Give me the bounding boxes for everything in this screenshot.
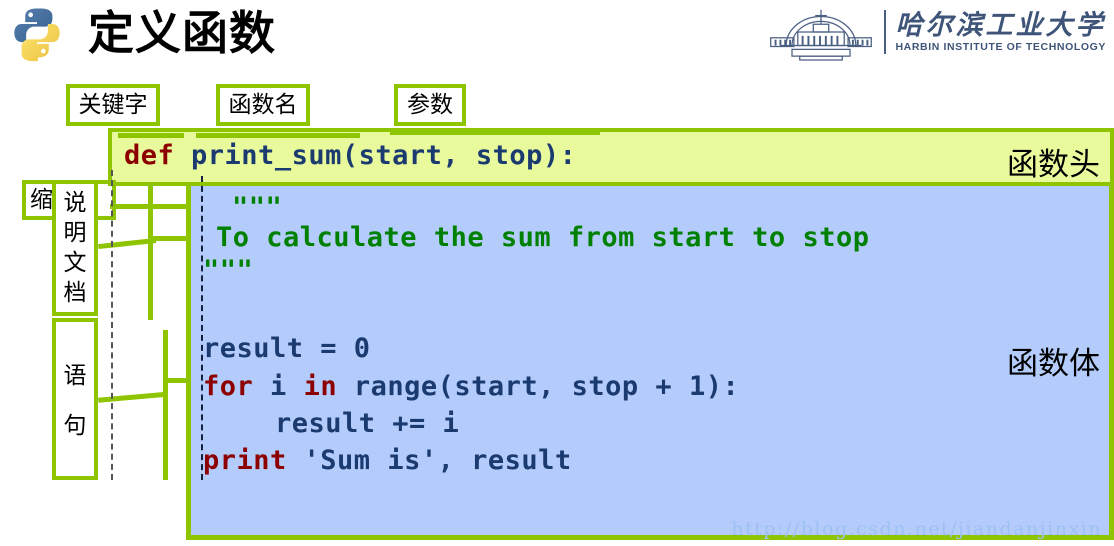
code-for-range: range(start, stop + 1): <box>337 371 740 402</box>
connector-docstring-arm <box>150 236 188 241</box>
callout-statement: 语 句 <box>52 318 98 480</box>
indent-guide-outer <box>111 170 113 480</box>
university-name-chinese: 哈尔滨工业大学 <box>895 9 1106 41</box>
code-keyword-in: in <box>303 371 338 402</box>
code-line-for-loop: for i in range(start, stop + 1): <box>203 371 739 402</box>
code-line-result-init: result = 0 <box>203 333 371 364</box>
code-def-signature: print_sum(start, stop): <box>174 140 577 171</box>
underline-keyword <box>118 133 184 138</box>
underline-parameters <box>390 130 600 135</box>
university-name-english: HARBIN INSTITUTE OF TECHNOLOGY <box>895 40 1106 53</box>
code-keyword-for: for <box>203 371 254 402</box>
callout-parameters: 参数 <box>394 84 466 126</box>
label-function-body: 函数体 <box>1007 346 1100 382</box>
code-for-variable: i <box>253 371 304 402</box>
underline-function-name <box>196 133 360 138</box>
page-title: 定义函数 <box>88 6 276 60</box>
hit-crest-icon <box>769 9 872 61</box>
university-logo: 哈尔滨工业大学 HARBIN INSTITUTE OF TECHNOLOGY <box>746 2 1106 62</box>
code-line-docstring-close: """ <box>203 255 254 286</box>
logo-divider <box>883 10 886 54</box>
indent-guide-inner <box>201 176 203 480</box>
slide-canvas: 定义函数 哈尔滨工业大学 HARBIN INSTITUTE OF TECHNOL… <box>0 0 1114 546</box>
code-line-docstring-open: """ <box>232 192 283 223</box>
label-function-head: 函数头 <box>1007 147 1100 183</box>
connector-statement-leader <box>98 392 165 403</box>
callout-keyword: 关键字 <box>66 84 160 126</box>
code-line-def: def print_sum(start, stop): <box>124 140 576 171</box>
code-line-print: print 'Sum is', result <box>203 445 572 476</box>
connector-statement-arm <box>165 378 189 383</box>
watermark-text: http://blog.csdn.net/jiandanjinxin <box>731 518 1102 540</box>
code-keyword-def: def <box>124 140 175 171</box>
connector-statement-vertical <box>163 330 168 480</box>
code-line-docstring-text: To calculate the sum from start to stop <box>216 222 870 253</box>
university-wordmark: 哈尔滨工业大学 HARBIN INSTITUTE OF TECHNOLOGY <box>895 9 1107 54</box>
connector-docstring-vertical <box>148 208 153 320</box>
callout-function-name: 函数名 <box>216 84 310 126</box>
code-print-arguments: 'Sum is', result <box>286 445 572 476</box>
code-line-accumulate: result += i <box>275 408 460 439</box>
code-keyword-print: print <box>203 445 287 476</box>
python-logo-icon <box>14 8 60 62</box>
callout-docstring: 说 明 文 档 <box>52 180 98 316</box>
